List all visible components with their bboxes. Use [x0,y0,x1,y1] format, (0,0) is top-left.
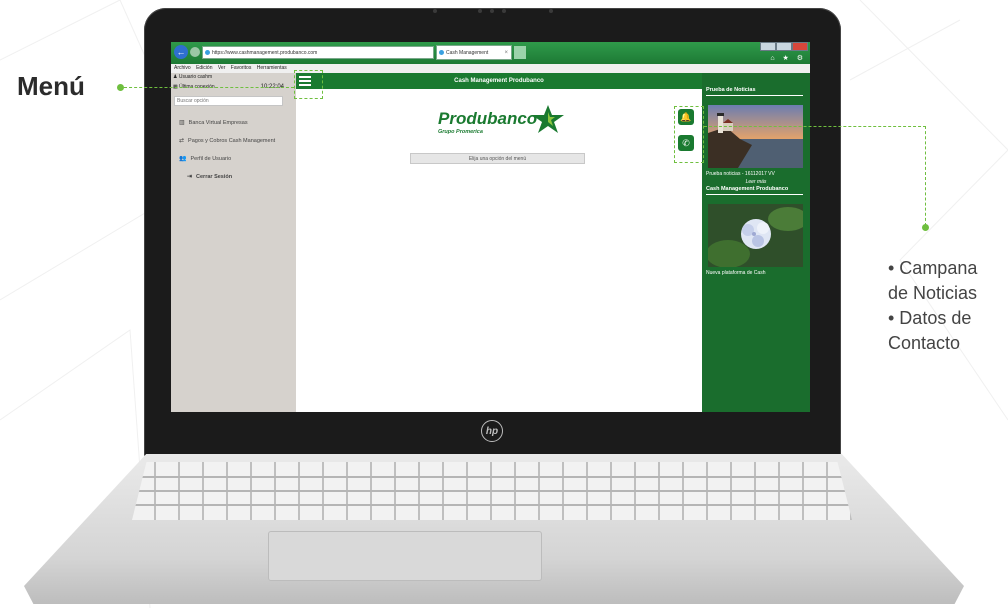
news-caption-1: Prueba noticias - 16112017 VV [706,171,775,177]
new-tab-button[interactable] [514,46,526,59]
close-window-button[interactable] [792,42,808,51]
browser-menu-bar: Archivo Edición Ver Favoritos Herramient… [171,64,810,73]
minimize-button[interactable] [760,42,776,51]
camera-lens [478,9,482,13]
callout-dot-icons [922,224,929,231]
menu-herramientas[interactable]: Herramientas [257,65,287,71]
brand-subtitle: Grupo Promerica [438,129,483,135]
users-icon: 👥 [179,156,187,162]
choose-option-message: Elija una opción del menú [410,153,585,164]
news-panel: Prueba de Noticias Prueba noticias - 161… [702,73,810,412]
sidebar-item-label: Banca Virtual Empresas [188,120,248,126]
news-caption-2: Nueva plataforma de Cash [706,270,766,276]
menu-archivo[interactable]: Archivo [174,65,191,71]
sidebar-item-banca-virtual[interactable]: ▥ Banca Virtual Empresas [179,119,248,126]
callout-box-hamburger [294,70,323,99]
browser-tab[interactable]: Cash Management × [436,45,512,60]
read-more-link[interactable]: Leer más [702,179,810,185]
home-star-gear-icons[interactable]: ⌂ ★ ⚙ [770,54,806,62]
sidebar-item-label: Pagos y Cobros Cash Management [188,138,276,144]
news-divider [706,194,803,195]
menu-edicion[interactable]: Edición [196,65,212,71]
hp-logo-icon: hp [481,420,503,442]
camera-dot [433,9,437,13]
news-image-lighthouse[interactable] [708,105,803,168]
callout-line-icons-vertical [925,126,926,226]
logout-icon: ⇥ [187,174,193,180]
camera-dot [490,9,494,13]
browser-titlebar: ← https://www.cashmanagement.produbanco.… [171,42,810,64]
sidebar-item-pagos-cobros[interactable]: ⇄ Pagos y Cobros Cash Management [179,137,275,144]
callout-line-menu [124,87,294,88]
favicon-icon [439,50,444,55]
news-heading-2: Cash Management Produbanco [706,186,789,192]
main-content: Produbanco Grupo Promerica Elija una opc… [296,89,702,406]
close-tab-icon[interactable]: × [504,46,508,60]
news-image-flowers[interactable] [708,204,803,267]
logout-button[interactable]: ⇥ Cerrar Sesión [187,173,232,180]
star-logo-icon [532,105,564,133]
news-divider [706,95,803,96]
user-name: Usuario cashm [178,74,213,80]
user-row: ♟ Usuario cashm [173,74,212,80]
menu-favoritos[interactable]: Favoritos [231,65,252,71]
forward-button[interactable] [190,47,200,57]
lock-icon [205,50,210,55]
laptop-keyboard [132,462,852,520]
user-icon: ♟ [173,74,178,80]
maximize-button[interactable] [776,42,792,51]
laptop-trackpad [268,531,542,581]
transfer-icon: ⇄ [179,138,185,144]
menu-ver[interactable]: Ver [218,65,226,71]
tab-title: Cash Management [446,50,489,56]
callout-text-datos: • Datos de [888,308,972,328]
callout-line-icons [704,126,926,127]
app-header: Cash Management Produbanco [296,73,702,89]
callout-dot-menu [117,84,124,91]
url-text: https://www.cashmanagement.produbanco.co… [212,50,318,56]
sidebar-item-perfil[interactable]: 👥 Perfil de Usuario [179,155,231,162]
back-button[interactable]: ← [174,45,188,59]
news-heading: Prueba de Noticias [706,87,756,93]
app-title: Cash Management Produbanco [454,78,544,84]
camera-dot [502,9,506,13]
callout-text-noticias: de Noticias [888,283,978,303]
sidebar: ♟ Usuario cashm ▦ Última conexión 10:22:… [171,73,296,412]
address-bar[interactable]: https://www.cashmanagement.produbanco.co… [202,46,434,59]
logout-label: Cerrar Sesión [196,174,233,180]
menu-callout-label: Menú [17,71,85,101]
laptop-screen: ← https://www.cashmanagement.produbanco.… [171,42,810,412]
window-controls [760,42,808,51]
callout-text-contacto: Contacto [888,333,961,353]
camera-dot [549,9,553,13]
callout-box-icons [674,106,704,163]
bank-icon: ▥ [179,120,185,126]
search-input[interactable] [174,96,283,106]
brand-logo-text: Produbanco [438,109,538,128]
callout-text-campana: • Campana [888,258,978,278]
sidebar-item-label: Perfil de Usuario [190,156,232,162]
